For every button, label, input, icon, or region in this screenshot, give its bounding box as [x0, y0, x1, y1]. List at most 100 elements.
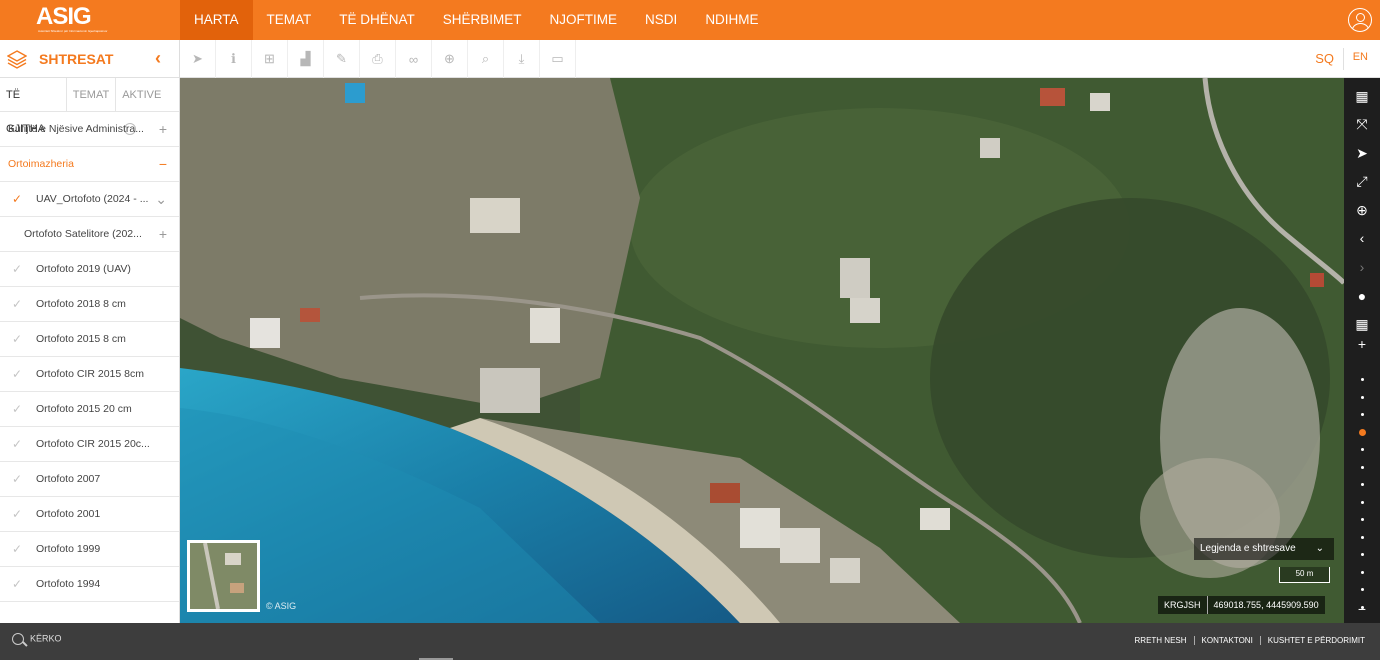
- nav-item-temat[interactable]: TEMAT: [253, 0, 326, 40]
- locate-icon[interactable]: ➤: [1344, 139, 1380, 167]
- tab-te-gjitha[interactable]: TË GJITHA: [0, 78, 66, 135]
- zoom-level-dot[interactable]: [1361, 500, 1364, 504]
- checkmark-icon[interactable]: ✓: [12, 497, 22, 531]
- zoom-level-dot[interactable]: [1361, 465, 1364, 469]
- layer-item-ortofoto-2015-20cm[interactable]: ✓ Ortofoto 2015 20 cm: [0, 392, 179, 427]
- chart-icon[interactable]: ▟: [288, 40, 324, 78]
- zoom-level-dot[interactable]: [1361, 588, 1364, 591]
- language-sq[interactable]: SQ: [1315, 51, 1334, 66]
- expand-icon[interactable]: +: [159, 217, 167, 251]
- image-icon[interactable]: ▭: [540, 40, 576, 78]
- zoom-level-dot[interactable]: [1359, 428, 1366, 436]
- select-icon[interactable]: ➤: [180, 40, 216, 78]
- plus-square-icon[interactable]: ⊞: [252, 40, 288, 78]
- zoom-level-dot[interactable]: [1361, 570, 1364, 574]
- tab-aktive-label: AKTIVE: [122, 89, 162, 101]
- checkmark-icon[interactable]: ✓: [12, 252, 22, 286]
- layer-tabs: TË GJITHA TEMAT AKTIVE: [0, 78, 179, 136]
- zoom-out-icon[interactable]: −: [1344, 595, 1380, 623]
- layer-label: Ortofoto 2007: [36, 473, 101, 485]
- checkmark-icon[interactable]: ✓: [12, 462, 22, 496]
- next-extent-icon[interactable]: ›: [1344, 253, 1380, 281]
- zoom-level-dot[interactable]: [1361, 605, 1364, 609]
- layer-label: Ortoimazheria: [8, 158, 74, 170]
- zoom-level-dot[interactable]: [1361, 518, 1364, 521]
- expand-icon[interactable]: +: [159, 112, 167, 146]
- chevron-down-icon: ⌄: [1315, 543, 1324, 554]
- zoom-level-dot[interactable]: [1361, 413, 1364, 416]
- checkmark-icon[interactable]: ✓: [12, 357, 22, 391]
- link-kushtet[interactable]: KUSHTET E PËRDORIMIT: [1259, 636, 1372, 645]
- print-icon[interactable]: ⎙: [360, 40, 396, 78]
- asig-logo[interactable]: ASIG Autoriteti Shtetëror për Informacio…: [36, 3, 112, 35]
- layer-item-ortofoto-2001[interactable]: ✓ Ortofoto 2001: [0, 497, 179, 532]
- scale-bar: 50 m: [1279, 567, 1330, 583]
- layers-panel-header: SHTRESAT ‹: [0, 40, 180, 78]
- link-kontaktoni[interactable]: KONTAKTONI: [1193, 636, 1260, 645]
- zoom-level-dot[interactable]: [1361, 395, 1364, 399]
- zoom-level-dot[interactable]: [1361, 448, 1364, 451]
- checkmark-icon[interactable]: ✓: [12, 182, 22, 216]
- layer-item-ortofoto-2015-8cm[interactable]: ✓ Ortofoto 2015 8 cm: [0, 322, 179, 357]
- layer-item-uav-ortofoto[interactable]: ✓ UAV_Ortofoto (2024 - ... ⌄: [0, 182, 179, 217]
- legend-dropdown[interactable]: Legjenda e shtresave ⌄: [1194, 538, 1334, 560]
- collapse-icon[interactable]: −: [159, 147, 167, 181]
- globe-icon[interactable]: ●: [1344, 282, 1380, 310]
- layer-label: Ortofoto Satelitore (202...: [24, 228, 142, 240]
- search-label: KËRKO: [30, 633, 62, 644]
- checkmark-icon[interactable]: ✓: [12, 532, 22, 566]
- nav-item-ndihme[interactable]: NDIHME: [691, 0, 772, 40]
- info-icon[interactable]: ℹ: [216, 40, 252, 78]
- layer-item-ortofoto-2007[interactable]: ✓ Ortofoto 2007: [0, 462, 179, 497]
- layer-item-ortofoto-cir-2015-8cm[interactable]: ✓ Ortofoto CIR 2015 8cm: [0, 357, 179, 392]
- projection-label: KRGJSH: [1158, 596, 1208, 614]
- checkmark-icon[interactable]: ✓: [12, 567, 22, 601]
- nav-item-njoftime[interactable]: NJOFTIME: [536, 0, 632, 40]
- previous-extent-icon[interactable]: ‹: [1344, 224, 1380, 252]
- zoom-in-icon[interactable]: +: [1344, 330, 1380, 358]
- layer-category-ortoimazheria[interactable]: Ortoimazheria −: [0, 147, 179, 182]
- layer-item-ortofoto-satelitore[interactable]: Ortofoto Satelitore (202... +: [0, 217, 179, 252]
- zoom-level-dot[interactable]: [1361, 553, 1364, 556]
- layer-item-ortofoto-cir-2015-20cm[interactable]: ✓ Ortofoto CIR 2015 20c...: [0, 427, 179, 462]
- map-canvas[interactable]: © ASIG Legjenda e shtresave ⌄ 50 m KRGJS…: [180, 78, 1344, 623]
- map-controls: ▦ ⤧ ➤ ⤢ ⊕ ‹ › ● ▦ + −: [1344, 78, 1380, 644]
- layer-item-ortofoto-1994[interactable]: ✓ Ortofoto 1994: [0, 567, 179, 602]
- nav-item-harta[interactable]: HARTA: [180, 0, 253, 40]
- footer-bar: KËRKO RRETH NESH KONTAKTONI KUSHTET E PË…: [0, 623, 1380, 660]
- tab-temat[interactable]: TEMAT: [65, 78, 115, 112]
- layer-item-ortofoto-2019[interactable]: ✓ Ortofoto 2019 (UAV): [0, 252, 179, 287]
- layer-category-kufijte[interactable]: Kufijtë e Njësive Administra... +: [0, 112, 179, 147]
- zoom-level-dot[interactable]: [1361, 483, 1364, 486]
- link-icon[interactable]: ∞: [396, 40, 432, 78]
- checkmark-icon[interactable]: ✓: [12, 322, 22, 356]
- layer-label: Ortofoto 2018 8 cm: [36, 298, 126, 310]
- search-button[interactable]: KËRKO: [12, 633, 62, 645]
- download-icon[interactable]: ⤓: [504, 40, 540, 78]
- layer-item-ortofoto-1999[interactable]: ✓ Ortofoto 1999: [0, 532, 179, 567]
- fullscreen-icon[interactable]: ⤢: [1344, 167, 1380, 195]
- edit-icon[interactable]: ✎: [324, 40, 360, 78]
- tab-aktive[interactable]: AKTIVE: [115, 78, 179, 136]
- user-account-icon[interactable]: [1348, 8, 1372, 32]
- zoom-level-dot[interactable]: [1361, 535, 1364, 539]
- layer-item-ortofoto-2018[interactable]: ✓ Ortofoto 2018 8 cm: [0, 287, 179, 322]
- checkmark-icon[interactable]: ✓: [12, 287, 22, 321]
- checkmark-icon[interactable]: ✓: [12, 427, 22, 461]
- layer-label: Ortofoto 2015 20 cm: [36, 403, 132, 415]
- basemap-icon[interactable]: ▦: [1344, 82, 1380, 110]
- chevron-down-icon[interactable]: ⌄: [155, 182, 167, 216]
- zoom-to-icon[interactable]: ⊕: [1344, 196, 1380, 224]
- nav-item-sherbimet[interactable]: SHËRBIMET: [429, 0, 536, 40]
- nav-item-te-dhenat[interactable]: TË DHËNAT: [325, 0, 429, 40]
- search-icon[interactable]: ⌕: [468, 40, 504, 78]
- overview-minimap[interactable]: [187, 540, 260, 612]
- checkmark-icon[interactable]: ✓: [12, 392, 22, 426]
- collapse-panel-icon[interactable]: ‹: [155, 48, 161, 69]
- language-en[interactable]: EN: [1353, 51, 1368, 63]
- nav-item-nsdi[interactable]: NSDI: [631, 0, 691, 40]
- zoom-level-dot[interactable]: [1361, 378, 1364, 381]
- full-extent-icon[interactable]: ⤧: [1344, 110, 1380, 138]
- add-circle-icon[interactable]: ⊕: [432, 40, 468, 78]
- link-rreth-nesh[interactable]: RRETH NESH: [1128, 636, 1194, 645]
